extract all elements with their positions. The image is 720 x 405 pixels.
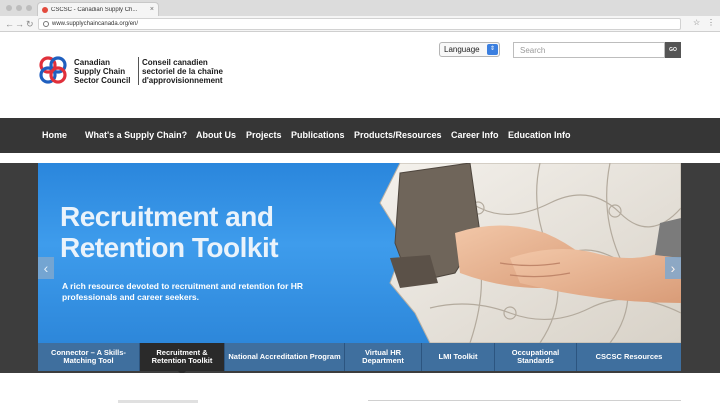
hero-title: Recruitment and Retention Toolkit [60,201,279,263]
nav-item-whats-a-supply-chain[interactable]: What's a Supply Chain? [85,118,187,153]
nav-item-projects[interactable]: Projects [246,118,282,153]
close-window-icon[interactable] [6,5,12,11]
nav-item-about-us[interactable]: About Us [196,118,236,153]
tab-close-icon[interactable]: × [150,6,154,13]
hero-slide[interactable]: Recruitment and Retention Toolkit A rich… [38,163,681,343]
url-text[interactable]: www.supplychaincanada.org/en/ [52,21,138,27]
section-divider [368,400,681,401]
nav-item-education-info[interactable]: Education Info [508,118,571,153]
browser-tab-bar: CSCSC - Canadian Supply Ch... × [0,0,720,16]
slider-tab-recruitment-toolkit[interactable]: Recruitment & Retention Toolkit [140,343,225,375]
back-arrow-icon[interactable]: ← [5,18,14,30]
hero-description: A rich resource devoted to recruitment a… [62,281,304,302]
logo-text-french[interactable]: Conseil canadien sectoriel de la chaîne … [142,58,232,85]
search-input[interactable] [513,42,665,58]
maximize-window-icon[interactable] [26,5,32,11]
nav-item-products-resources[interactable]: Products/Resources [354,118,442,153]
address-bar[interactable]: www.supplychaincanada.org/en/ [38,18,681,30]
slider-tab-connector[interactable]: Connector – A Skills-Matching Tool [38,343,140,371]
browser-tab[interactable]: CSCSC - Canadian Supply Ch... × [37,2,159,16]
slider-next-arrow-icon[interactable]: › [665,257,681,279]
slider-tab-lmi-toolkit[interactable]: LMI Toolkit [422,343,495,371]
search-go-button[interactable]: GO [665,42,681,58]
slider-tabs: Connector – A Skills-Matching Tool Recru… [38,343,681,375]
select-arrows-icon: ⇕ [487,44,498,55]
language-select[interactable]: Language ⇕ [439,42,500,57]
favicon-icon [42,6,48,13]
bookmark-star-icon[interactable]: ☆ [693,18,700,27]
logo-divider [138,57,139,85]
nav-item-home[interactable]: Home [42,118,67,153]
slider-top-strip [0,153,720,163]
handshake-puzzle-image [379,163,681,343]
slider-tab-virtual-hr[interactable]: Virtual HR Department [345,343,422,371]
site-header: Canadian Supply Chain Sector Council Con… [0,33,720,118]
slider-prev-arrow-icon[interactable]: ‹ [38,257,54,279]
nav-item-career-info[interactable]: Career Info [451,118,499,153]
main-navigation: Home What's a Supply Chain? About Us Pro… [0,118,720,153]
browser-toolbar: ← → ↻ www.supplychaincanada.org/en/ ☆ ⋮ [0,16,720,32]
language-label: Language [444,45,480,54]
slider-tab-cscsc-resources[interactable]: CSCSC Resources [577,343,681,371]
browser-menu-icon[interactable]: ⋮ [707,18,715,27]
reload-icon[interactable]: ↻ [26,18,34,30]
cscsc-logo-icon[interactable] [38,55,68,85]
slider-tab-national-accreditation[interactable]: National Accreditation Program [225,343,345,371]
logo-text-english[interactable]: Canadian Supply Chain Sector Council [74,58,136,85]
minimize-window-icon[interactable] [16,5,22,11]
tab-title: CSCSC - Canadian Supply Ch... [51,6,138,13]
content-area [0,373,720,405]
window-controls[interactable] [6,5,32,11]
section-heading-placeholder [118,400,198,403]
site-info-icon[interactable] [43,21,49,27]
forward-arrow-icon[interactable]: → [15,18,24,30]
nav-item-publications[interactable]: Publications [291,118,345,153]
slider-tab-occupational-standards[interactable]: Occupational Standards [495,343,577,371]
